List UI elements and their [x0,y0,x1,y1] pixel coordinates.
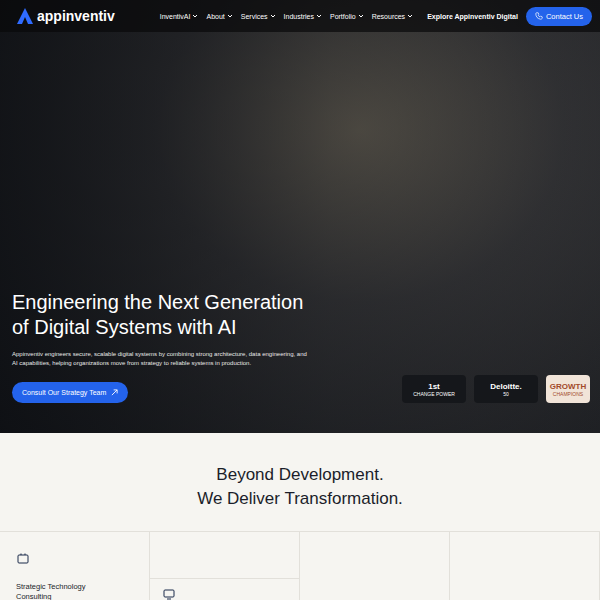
contact-button[interactable]: Contact Us [526,7,592,26]
nav-item[interactable]: Resources [372,13,413,20]
service-column [150,532,300,600]
phone-icon [535,12,543,20]
consulting-icon [16,552,30,566]
service-column: Strategic Technology Consulting [0,532,150,600]
chevron-down-icon [358,13,364,19]
hero-subtitle: Appinventiv engineers secure, scalable d… [12,350,312,368]
section-title: Beyond Development.We Deliver Transforma… [0,463,600,511]
chevron-down-icon [407,13,413,19]
nav-item[interactable]: Industries [284,13,322,20]
service-card[interactable] [150,578,299,600]
service-column [450,532,600,600]
arrow-up-right-icon [111,389,118,396]
monitor-icon [162,587,176,600]
service-column [300,532,450,600]
logo-a-icon [16,7,34,25]
nav-item[interactable]: Portfolio [330,13,364,20]
award-badges: 1stCHANGE POWER Deloitte.50 GROWTHCHAMPION… [402,375,590,403]
award-badge: 1stCHANGE POWER [402,375,466,403]
transformation-section: Beyond Development.We Deliver Transforma… [0,433,600,600]
nav-item[interactable]: InventivAI [160,13,199,20]
hero-title: Engineering the Next Generation of Digit… [12,290,322,340]
service-grid: Strategic Technology Consulting [0,531,600,600]
hero: appinventiv InventivAI About Services Indust… [0,0,600,433]
nav-item[interactable]: Services [241,13,276,20]
chevron-down-icon [316,13,322,19]
service-card[interactable]: Strategic Technology Consulting [8,542,141,600]
logo[interactable]: appinventiv [16,7,115,25]
chevron-down-icon [192,13,198,19]
page: appinventiv InventivAI About Services Indust… [0,0,600,600]
header: appinventiv InventivAI About Services Indust… [0,0,600,32]
award-badge: GROWTHCHAMPIONS [546,375,590,403]
hero-text: Engineering the Next Generation of Digit… [12,290,322,403]
nav-item[interactable]: About [206,13,232,20]
consult-button[interactable]: Consult Our Strategy Team [12,382,128,403]
chevron-down-icon [227,13,233,19]
main-nav: InventivAI About Services Industries Portfol… [160,7,592,26]
chevron-down-icon [270,13,276,19]
nav-item[interactable]: Explore Appinventiv Digital [427,13,518,20]
award-badge: Deloitte.50 [474,375,538,403]
hero-body: Engineering the Next Generation of Digit… [0,32,600,433]
